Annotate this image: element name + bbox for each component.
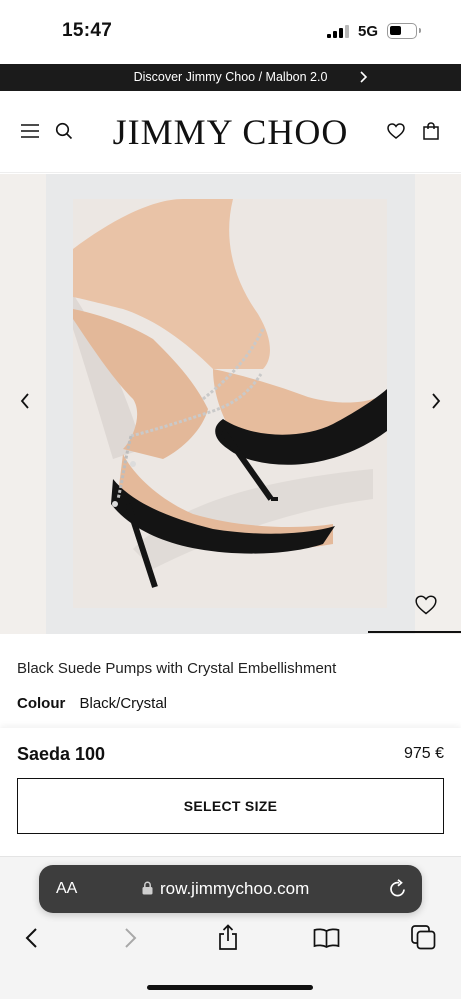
site-header: JIMMY CHOO bbox=[0, 91, 461, 173]
chevron-right-icon[interactable] bbox=[430, 392, 442, 410]
heart-outline-icon[interactable] bbox=[415, 595, 437, 615]
shopping-bag-icon[interactable] bbox=[423, 122, 439, 140]
product-name: Saeda 100 bbox=[17, 744, 106, 764]
reload-icon[interactable] bbox=[389, 879, 407, 898]
colour-value: Black/Crystal bbox=[79, 695, 168, 712]
home-indicator bbox=[147, 985, 313, 990]
address-bar[interactable]: AA row.jimmychoo.com bbox=[39, 865, 422, 913]
select-size-button[interactable]: SELECT SIZE bbox=[17, 778, 444, 834]
status-time: 15:47 bbox=[62, 20, 113, 41]
back-icon[interactable] bbox=[24, 927, 38, 949]
purchase-bar: Saeda 100 975 € SELECT SIZE bbox=[0, 728, 461, 858]
product-gallery[interactable] bbox=[0, 174, 461, 634]
gallery-progress-indicator bbox=[368, 631, 461, 633]
share-icon[interactable] bbox=[217, 924, 239, 951]
chevron-left-icon[interactable] bbox=[19, 392, 31, 410]
tabs-icon[interactable] bbox=[411, 925, 436, 950]
promo-banner[interactable]: Discover Jimmy Choo / Malbon 2.0 bbox=[0, 64, 461, 91]
lock-icon bbox=[142, 881, 153, 895]
reader-settings-button[interactable]: AA bbox=[56, 880, 77, 898]
chevron-right-icon[interactable] bbox=[357, 70, 369, 84]
battery-icon bbox=[387, 23, 421, 39]
browser-toolbar: AA row.jimmychoo.com bbox=[0, 856, 461, 999]
colour-row: Colour Black/Crystal bbox=[17, 695, 167, 712]
promo-text[interactable]: Discover Jimmy Choo / Malbon 2.0 bbox=[0, 70, 461, 84]
colour-label: Colour bbox=[17, 695, 66, 712]
product-price: 975 € bbox=[403, 745, 444, 762]
signal-icon bbox=[327, 25, 349, 38]
forward-icon[interactable] bbox=[124, 927, 138, 949]
bookmarks-icon[interactable] bbox=[313, 928, 340, 948]
status-bar: 15:47 5G bbox=[0, 0, 461, 62]
network-label: 5G bbox=[358, 23, 379, 40]
heart-icon[interactable] bbox=[387, 123, 405, 139]
url-text[interactable]: row.jimmychoo.com bbox=[160, 879, 309, 899]
shoe-illustration bbox=[73, 199, 387, 588]
product-title: Black Suede Pumps with Crystal Embellish… bbox=[17, 660, 337, 677]
product-image[interactable] bbox=[73, 199, 387, 608]
